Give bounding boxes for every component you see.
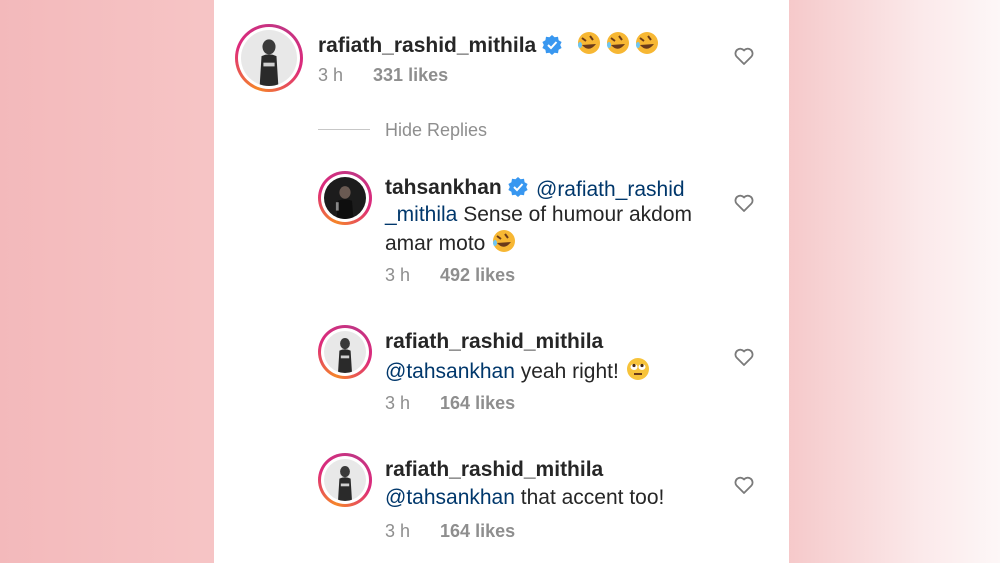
eye-roll-emoji [625, 356, 651, 389]
laugh-emoji [491, 228, 517, 261]
avatar[interactable] [235, 24, 303, 92]
reply-text: @tahsankhan yeah right! [385, 356, 651, 389]
heart-outline-icon[interactable] [734, 194, 754, 212]
divider [318, 129, 370, 130]
like-count[interactable]: 492 likes [440, 265, 515, 285]
avatar[interactable] [318, 171, 372, 225]
mention-link[interactable]: _mithila [385, 203, 457, 226]
avatar[interactable] [318, 325, 372, 379]
laugh-emoji [576, 30, 660, 62]
reply-text: _mithila Sense of humour akdom [385, 203, 693, 226]
hide-replies-button[interactable]: Hide Replies [385, 120, 487, 141]
heart-outline-icon[interactable] [734, 348, 754, 366]
like-count[interactable]: 164 likes [440, 521, 515, 541]
reply-meta: 3 h 164 likes [385, 521, 515, 542]
verified-badge-icon [542, 35, 562, 61]
profile-photo [241, 30, 297, 86]
verified-badge-icon [508, 177, 528, 203]
reply-meta: 3 h 164 likes [385, 393, 515, 414]
reply-time: 3 h [385, 521, 411, 541]
reply-time: 3 h [385, 393, 411, 413]
avatar[interactable] [318, 453, 372, 507]
reply-username[interactable]: rafiath_rashid_mithila [385, 330, 603, 354]
reply-time: 3 h [385, 265, 411, 285]
like-count[interactable]: 164 likes [440, 393, 515, 413]
profile-photo [324, 331, 366, 373]
like-count[interactable]: 331 likes [373, 65, 448, 85]
reply-text: @rafiath_rashid [536, 176, 685, 203]
reply-text: amar moto [385, 228, 517, 261]
comment-username[interactable]: rafiath_rashid_mithila [318, 30, 660, 62]
comment-meta: 3 h 331 likes [318, 65, 448, 86]
heart-outline-icon[interactable] [734, 476, 754, 494]
mention-link[interactable]: @tahsankhan [385, 360, 515, 383]
profile-photo [324, 177, 366, 219]
mention-link[interactable]: @tahsankhan [385, 486, 515, 509]
reply-text: @tahsankhan that accent too! [385, 486, 665, 509]
comment-time: 3 h [318, 65, 344, 85]
reply-username[interactable]: rafiath_rashid_mithila [385, 458, 603, 482]
reply-username[interactable]: tahsankhan [385, 176, 528, 203]
heart-outline-icon[interactable] [734, 47, 754, 65]
mention-link[interactable]: @rafiath_rashid [536, 178, 685, 201]
reply-meta: 3 h 492 likes [385, 265, 515, 286]
profile-photo [324, 459, 366, 501]
